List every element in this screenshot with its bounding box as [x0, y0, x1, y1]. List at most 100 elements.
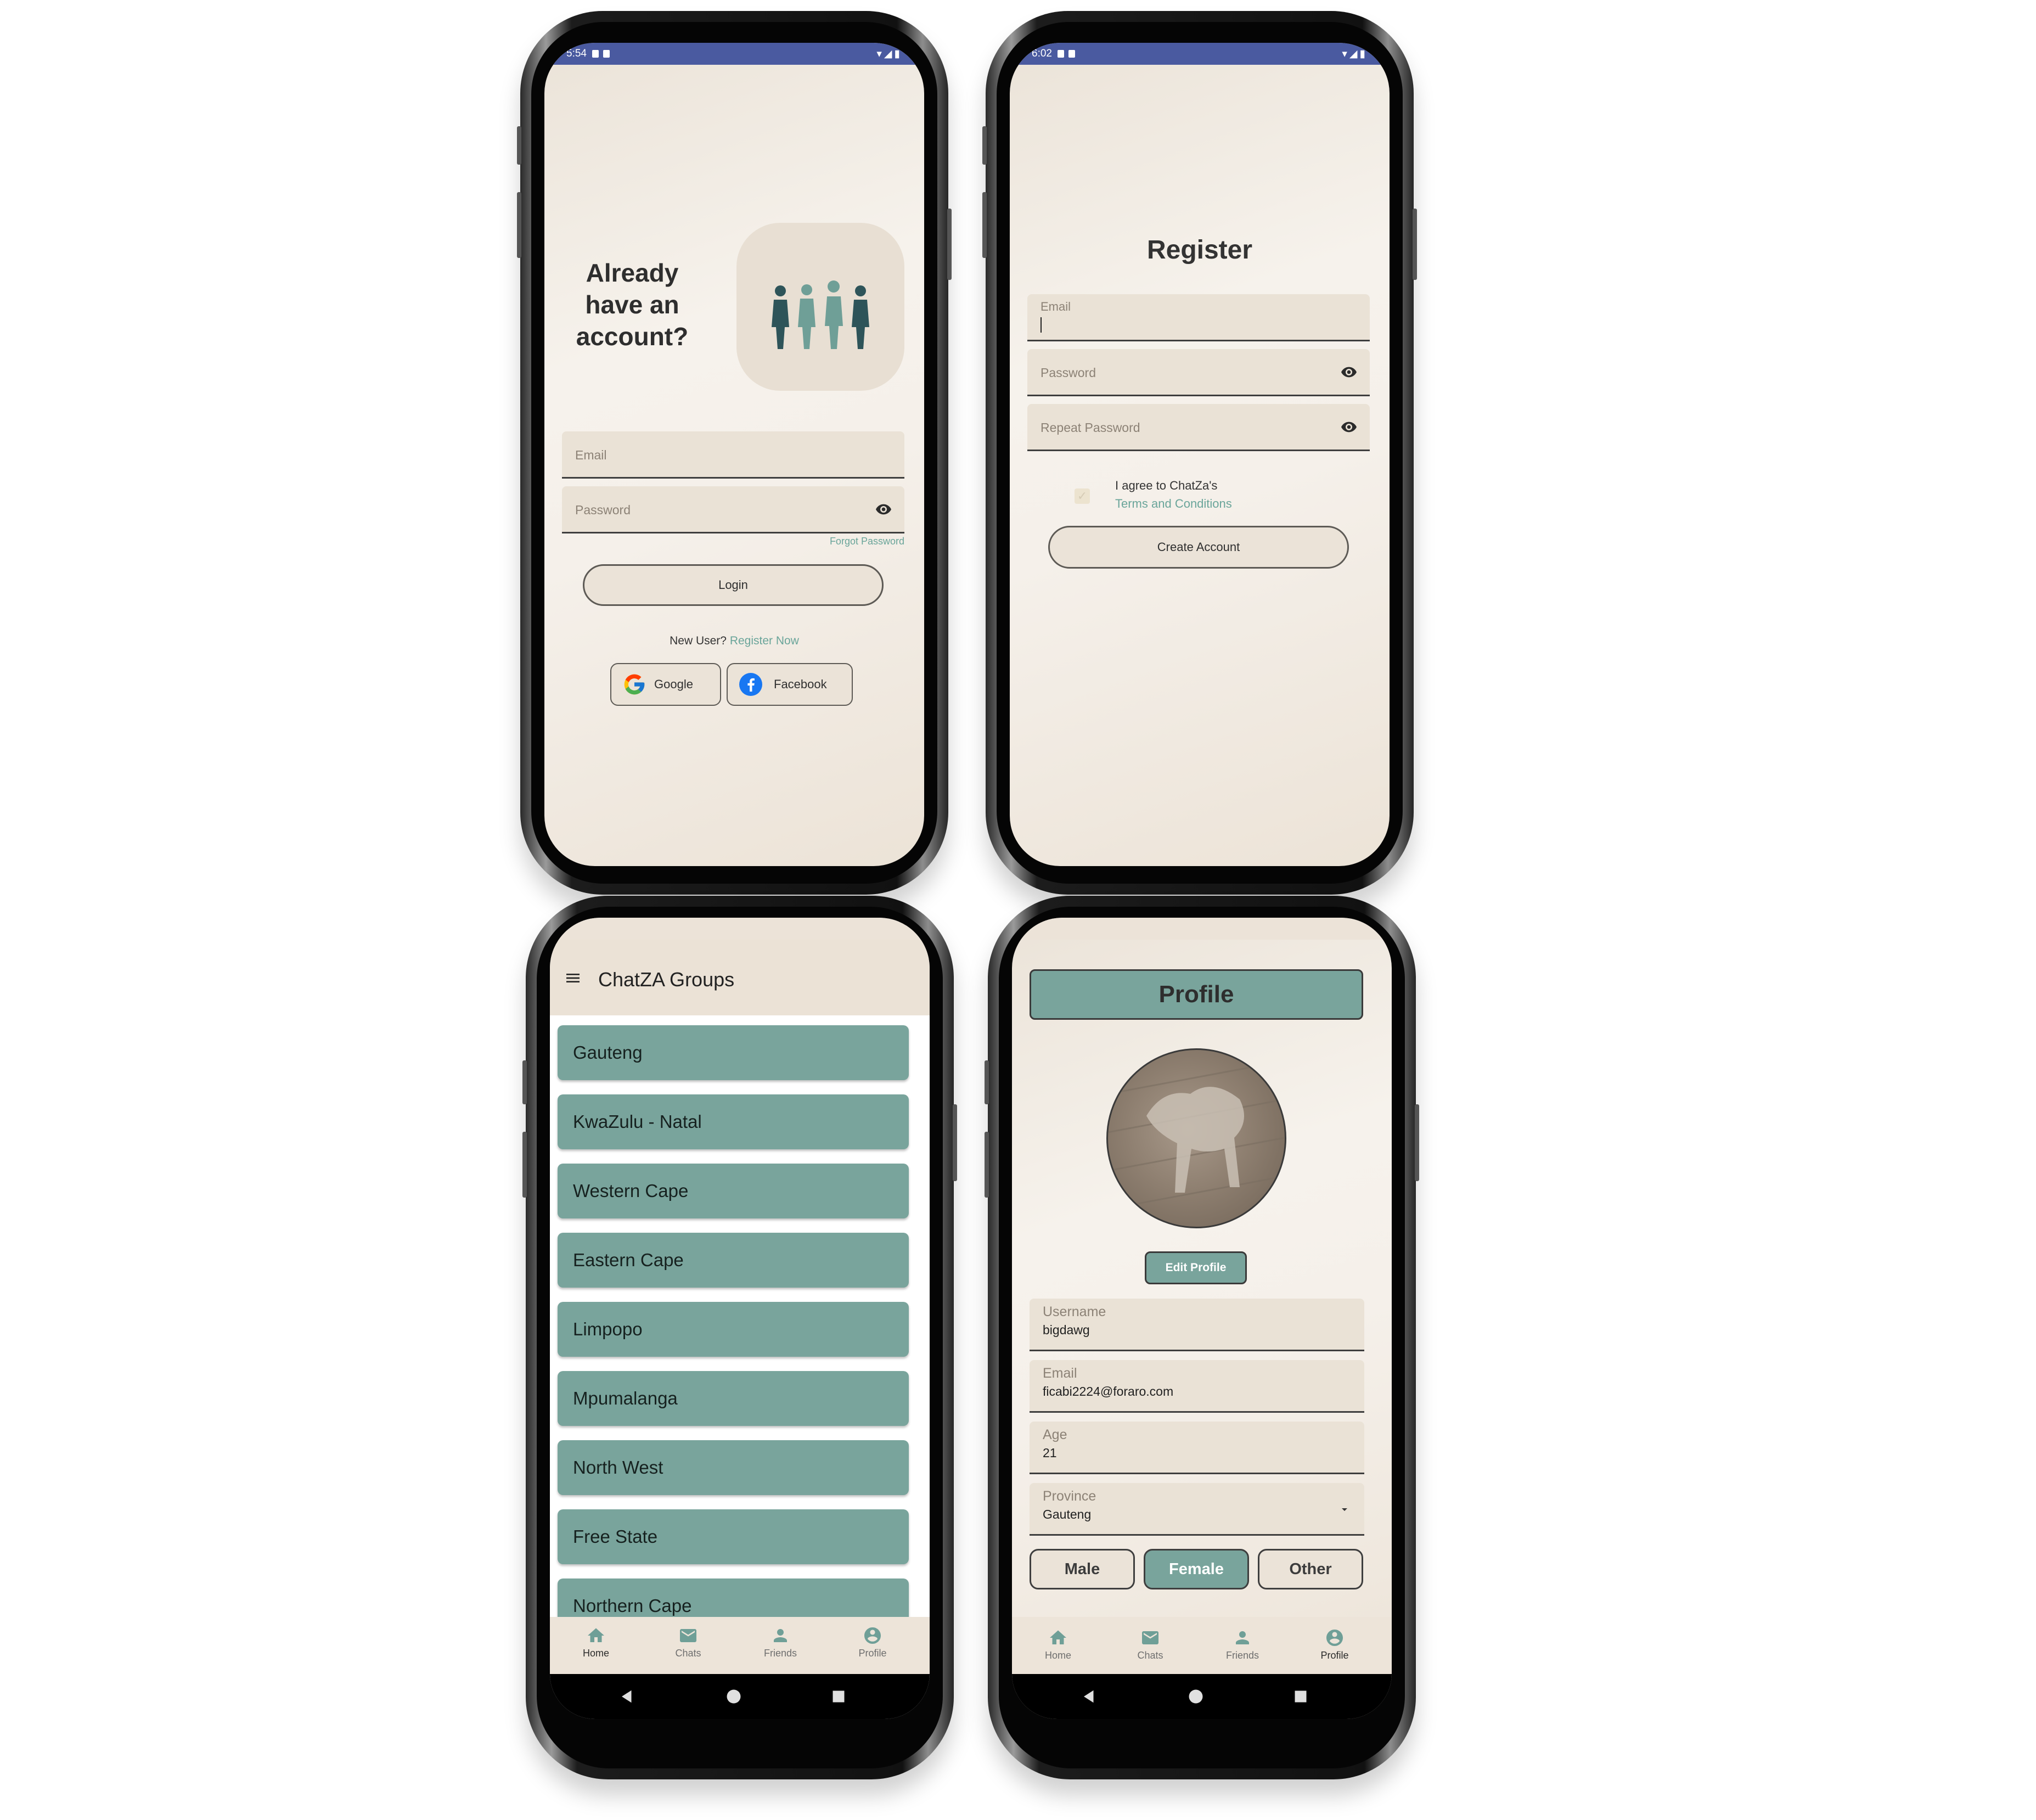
login-heading: Already have an account?: [566, 257, 698, 352]
nav-home[interactable]: Home: [563, 1626, 629, 1659]
password-label: Password: [575, 503, 631, 517]
terms-link[interactable]: Terms and Conditions: [1115, 495, 1232, 513]
repeat-password-field[interactable]: Repeat Password: [1027, 404, 1370, 451]
heading-line: have an: [585, 290, 679, 319]
people-group-icon: [772, 280, 869, 349]
gender-other-button[interactable]: Other: [1258, 1549, 1363, 1589]
signal-battery-icon: ▾◢▮: [1342, 48, 1368, 60]
home-icon: [1050, 1630, 1066, 1644]
province-value: Gauteng: [1043, 1507, 1092, 1521]
avatar: [1106, 1048, 1286, 1228]
side-button: [953, 1104, 957, 1181]
age-field[interactable]: Age 21: [1030, 1422, 1364, 1474]
status-bar: [1012, 918, 1392, 940]
side-button: [517, 126, 521, 165]
group-item-western-cape[interactable]: Western Cape: [558, 1164, 909, 1218]
facebook-icon: [739, 673, 762, 696]
account-circle-icon: [864, 1627, 881, 1644]
app-title: ChatZA Groups: [598, 968, 735, 991]
home-circle-icon[interactable]: [725, 1688, 742, 1705]
bottom-nav: Home Chats Friends Profile: [550, 1617, 930, 1674]
groups-screen: ChatZA Groups Gauteng KwaZulu - Natal We…: [550, 918, 930, 1719]
recents-icon[interactable]: [1293, 1689, 1308, 1704]
login-screen: 5:54 ▾◢▮ Already have an account? Email …: [544, 43, 924, 866]
register-now-link[interactable]: Register Now: [730, 634, 799, 647]
side-button: [522, 1060, 527, 1104]
age-value: 21: [1043, 1446, 1057, 1460]
repeat-password-label: Repeat Password: [1041, 420, 1140, 435]
forgot-password-link[interactable]: Forgot Password: [830, 536, 904, 547]
email-label: Email: [575, 448, 607, 462]
nav-profile[interactable]: Profile: [840, 1626, 905, 1659]
nav-friends[interactable]: Friends: [1210, 1628, 1275, 1661]
gender-female-button[interactable]: Female: [1144, 1549, 1249, 1589]
side-button: [985, 1060, 989, 1104]
signal-battery-icon: ▾◢▮: [876, 48, 902, 60]
account-circle-icon: [1326, 1630, 1343, 1646]
google-button[interactable]: Google: [610, 663, 721, 706]
status-bar: 5:54 ▾◢▮: [544, 43, 924, 65]
nav-label: Profile: [858, 1648, 887, 1659]
menu-icon[interactable]: [564, 969, 582, 987]
username-value: bigdawg: [1043, 1323, 1090, 1337]
side-button: [1413, 209, 1417, 280]
nav-friends[interactable]: Friends: [747, 1626, 813, 1659]
group-item-north-west[interactable]: North West: [558, 1440, 909, 1495]
new-user-row: New User? Register Now: [544, 634, 924, 648]
text-cursor: [1041, 317, 1042, 333]
phone-profile: Profile Edit Profile Username bigdawg Em…: [985, 896, 1419, 1779]
group-item-free-state[interactable]: Free State: [558, 1509, 909, 1564]
nav-chats[interactable]: Chats: [655, 1626, 721, 1659]
gender-male-button[interactable]: Male: [1030, 1549, 1135, 1589]
username-field[interactable]: Username bigdawg: [1030, 1299, 1364, 1351]
group-item-kwazulu-natal[interactable]: KwaZulu - Natal: [558, 1094, 909, 1149]
person-icon: [1236, 1631, 1249, 1644]
nav-label: Chats: [675, 1648, 701, 1659]
eye-icon[interactable]: [1340, 418, 1358, 436]
email-field[interactable]: Email: [1027, 294, 1370, 341]
eye-icon[interactable]: [875, 501, 892, 518]
eye-icon[interactable]: [1340, 363, 1358, 381]
group-item-mpumalanga[interactable]: Mpumalanga: [558, 1371, 909, 1426]
app-bar: ChatZA Groups: [550, 940, 930, 1015]
email-field[interactable]: Email ficabi2224@foraro.com: [1030, 1360, 1364, 1413]
facebook-button[interactable]: Facebook: [727, 663, 853, 706]
agree-text: I agree to ChatZa's: [1115, 479, 1218, 492]
group-item-eastern-cape[interactable]: Eastern Cape: [558, 1233, 909, 1288]
email-field[interactable]: Email: [562, 431, 904, 479]
login-button[interactable]: Login: [583, 564, 884, 606]
home-icon: [588, 1628, 604, 1642]
password-field[interactable]: Password: [1027, 349, 1370, 396]
sim-icon: [1057, 50, 1064, 58]
nav-label: Friends: [763, 1648, 797, 1659]
nav-home[interactable]: Home: [1025, 1628, 1091, 1661]
sim-icon: [592, 50, 599, 58]
province-select[interactable]: Province Gauteng: [1030, 1483, 1364, 1536]
password-field[interactable]: Password: [562, 486, 904, 533]
facebook-label: Facebook: [774, 677, 827, 691]
profile-screen: Profile Edit Profile Username bigdawg Em…: [1012, 918, 1392, 1719]
username-label: Username: [1043, 1304, 1106, 1319]
home-circle-icon[interactable]: [1188, 1688, 1204, 1705]
back-icon[interactable]: [619, 1688, 635, 1705]
status-time: 5:54: [566, 48, 587, 59]
edit-profile-button[interactable]: Edit Profile: [1145, 1251, 1247, 1284]
side-button: [1415, 1104, 1419, 1181]
dropdown-arrow-icon[interactable]: [1338, 1503, 1351, 1516]
side-button: [982, 192, 987, 258]
group-item-gauteng[interactable]: Gauteng: [558, 1025, 909, 1080]
bottom-nav: Home Chats Friends Profile: [1012, 1617, 1392, 1674]
back-icon[interactable]: [1081, 1688, 1098, 1705]
phone-login: 5:54 ▾◢▮ Already have an account? Email …: [517, 11, 952, 895]
nav-profile[interactable]: Profile: [1302, 1628, 1368, 1661]
group-item-limpopo[interactable]: Limpopo: [558, 1302, 909, 1357]
password-label: Password: [1041, 366, 1096, 380]
create-account-button[interactable]: Create Account: [1048, 526, 1349, 569]
new-user-text: New User?: [670, 634, 727, 647]
register-title: Register: [1146, 235, 1253, 265]
terms-checkbox[interactable]: ✓: [1075, 488, 1090, 504]
status-time: 6:02: [1032, 48, 1052, 59]
recents-icon[interactable]: [831, 1689, 846, 1704]
nav-label: Home: [1044, 1650, 1071, 1661]
nav-chats[interactable]: Chats: [1117, 1628, 1183, 1661]
